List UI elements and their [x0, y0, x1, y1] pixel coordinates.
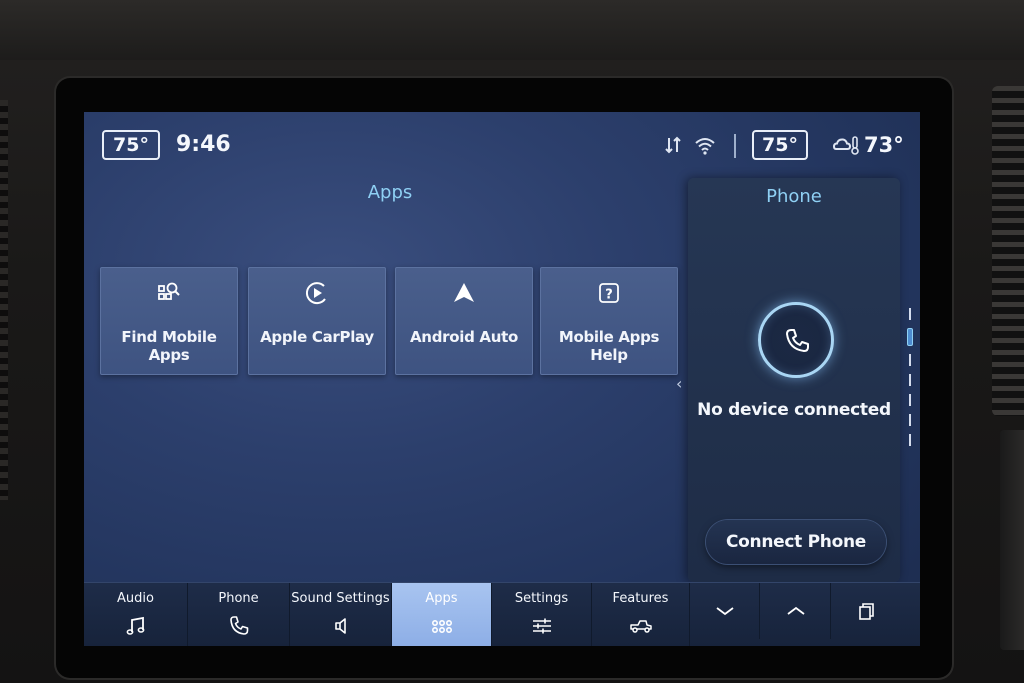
scroll-up-button[interactable]: [761, 583, 831, 639]
status-bar: 75° 9:46 75° 73°: [84, 112, 920, 176]
left-air-vent: [0, 100, 8, 500]
chevron-down-icon: [715, 607, 734, 616]
passenger-temp-button[interactable]: 75°: [752, 130, 808, 160]
nav-label: Sound Settings: [291, 591, 390, 606]
wifi-icon: [695, 138, 715, 155]
nav-settings[interactable]: Settings: [492, 583, 592, 646]
scroll-dash: [909, 394, 911, 406]
svg-text:?: ?: [605, 288, 613, 303]
connect-phone-label: Connect Phone: [726, 532, 866, 552]
tile-label: Apple CarPlay: [260, 328, 374, 346]
mobile-apps-help-tile[interactable]: ? Mobile Apps Help: [540, 267, 678, 375]
find-apps-icon: [158, 282, 180, 300]
truck-icon: [629, 620, 652, 633]
tile-label: Mobile Apps Help: [558, 328, 660, 364]
page-scroll-indicator[interactable]: [907, 308, 913, 458]
app-switcher-button[interactable]: [832, 583, 902, 639]
data-signal-icon: [665, 136, 681, 154]
apps-tile-row: Find Mobile Apps Apple CarPlay Android A…: [100, 267, 680, 375]
bottom-nav-bar: Audio Phone Sound Settings Apps Settings…: [84, 582, 920, 646]
phone-panel: Phone No device connected Connect Phone: [688, 178, 900, 582]
speaker-icon: [334, 618, 346, 634]
scroll-dash: [909, 374, 911, 386]
nav-label: Settings: [514, 591, 569, 606]
scroll-dash: [909, 434, 911, 446]
phone-status-text: No device connected: [697, 400, 891, 420]
driver-temp-value: 75°: [113, 134, 149, 156]
panel-collapse-chevron-icon[interactable]: ‹: [676, 374, 682, 393]
driver-temp-button[interactable]: 75°: [102, 130, 160, 160]
scroll-thumb[interactable]: [907, 328, 913, 346]
android-auto-tile[interactable]: Android Auto: [395, 267, 533, 375]
help-icon: ?: [599, 283, 619, 303]
nav-sound-settings[interactable]: Sound Settings: [290, 583, 392, 646]
phone-icon: [786, 329, 809, 352]
carplay-icon: [305, 282, 326, 305]
nav-label: Features: [612, 591, 669, 606]
apple-carplay-tile[interactable]: Apple CarPlay: [248, 267, 386, 375]
nav-features[interactable]: Features: [592, 583, 690, 646]
scroll-down-button[interactable]: [690, 583, 760, 639]
outside-temp: 73°: [864, 133, 904, 157]
nav-label: Apps: [425, 591, 458, 606]
bezel-top: [0, 0, 1024, 60]
sliders-icon: [532, 618, 551, 634]
dash-trim: [1000, 430, 1024, 650]
music-note-icon: [126, 616, 144, 635]
tile-label: Android Auto: [410, 328, 518, 346]
phone-icon: [229, 616, 248, 635]
nav-apps[interactable]: Apps: [392, 583, 492, 646]
windows-icon: [859, 603, 874, 620]
nav-label: Phone: [218, 591, 259, 606]
infotainment-screen: 75° 9:46 75° 73° Apps Find Mobile Apps A…: [84, 112, 920, 646]
tile-label: Find Mobile Apps: [121, 328, 217, 364]
android-auto-icon: [454, 283, 474, 302]
scroll-dash: [909, 308, 911, 320]
connect-phone-button[interactable]: Connect Phone: [706, 520, 886, 564]
chevron-up-icon: [786, 606, 805, 615]
nav-phone[interactable]: Phone: [188, 583, 290, 646]
apps-grid-icon: [431, 620, 452, 634]
nav-audio[interactable]: Audio: [84, 583, 188, 646]
clock: 9:46: [176, 132, 231, 157]
scroll-dash: [909, 414, 911, 426]
apps-title: Apps: [367, 182, 413, 203]
phone-status-ring[interactable]: [758, 302, 834, 378]
scroll-dash: [909, 354, 911, 366]
status-divider: [734, 134, 736, 158]
nav-label: Audio: [117, 591, 154, 606]
weather-icon: [832, 136, 859, 155]
find-mobile-apps-tile[interactable]: Find Mobile Apps: [100, 267, 238, 375]
phone-panel-title: Phone: [766, 186, 822, 207]
passenger-temp-value: 75°: [762, 134, 798, 156]
right-air-vent: [992, 86, 1024, 416]
